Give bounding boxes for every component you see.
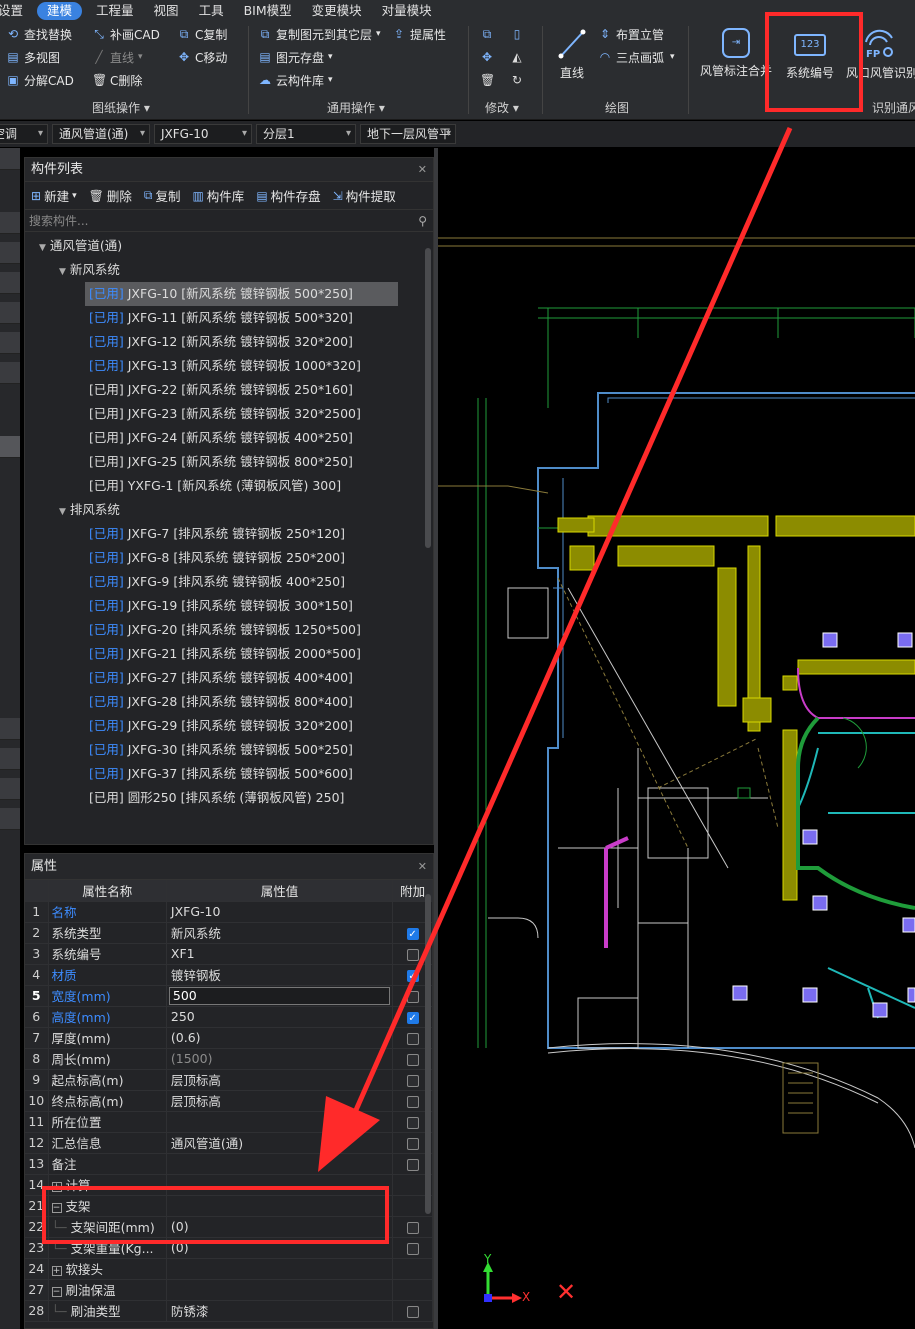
- annotation-arrow: [318, 126, 793, 1172]
